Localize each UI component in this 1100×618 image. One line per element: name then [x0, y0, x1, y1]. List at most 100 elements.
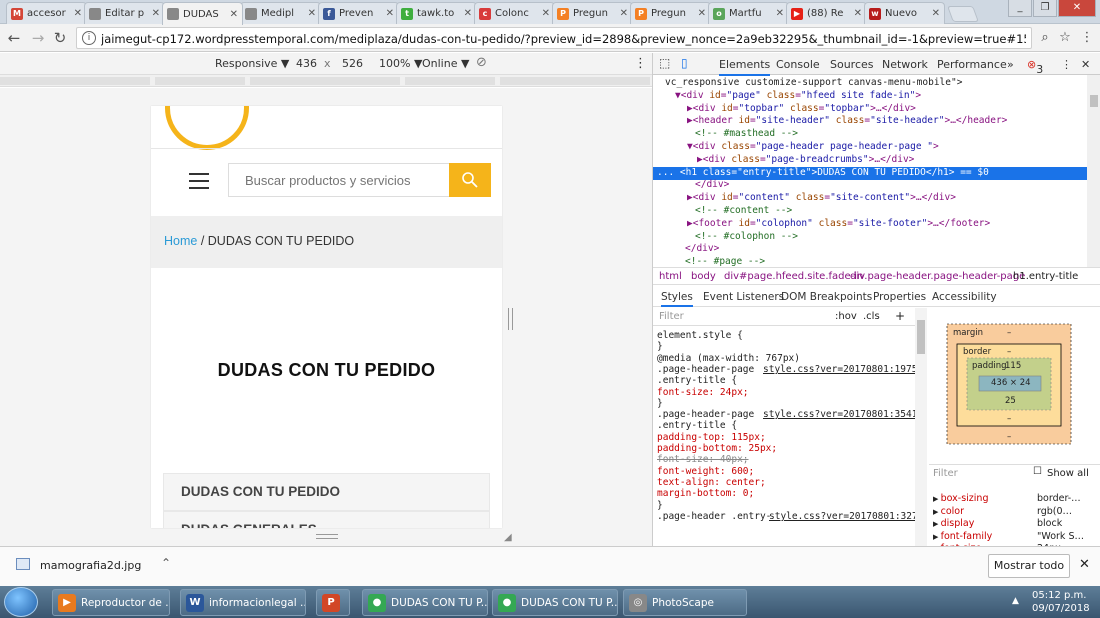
taskbar-app-3[interactable]: P [316, 589, 350, 616]
dom-node[interactable]: ▶<footer id="colophon" class="site-foote… [653, 218, 1087, 231]
dom-node-selected[interactable]: ... <h1 class="entry-title">DUDAS CON TU… [653, 166, 1087, 180]
browser-tab-12[interactable]: w Nuevo ✕ [864, 2, 945, 24]
device-menu-icon[interactable]: ⋮ [634, 56, 647, 71]
dom-node[interactable]: ▼<div id="page" class="hfeed site fade-i… [653, 90, 1087, 103]
rotate-icon[interactable]: ⊘ [476, 55, 487, 70]
computed-filter-input[interactable]: Filter [933, 468, 958, 479]
height-input[interactable]: 526 [342, 57, 363, 70]
taskbar-app-5[interactable]: ● DUDAS CON TU P... [492, 589, 618, 616]
css-declaration[interactable]: padding-bottom: 25px; [657, 443, 777, 454]
expand-triangle-icon[interactable]: ▶ [933, 495, 941, 503]
dom-crumb-body[interactable]: body [691, 271, 716, 282]
tab-close-icon[interactable]: ✕ [308, 8, 316, 19]
download-filename[interactable]: mamografia2d.jpg [40, 559, 141, 572]
padding-top-value[interactable]: 115 [1005, 361, 1021, 371]
dom-crumb-page[interactable]: div#page.hfeed.site.fade-in [724, 271, 863, 282]
tab-performance[interactable]: Performance [937, 58, 1007, 71]
browser-tab-6[interactable]: t tawk.to ✕ [396, 2, 477, 24]
expand-triangle-icon[interactable]: ▶ [933, 533, 941, 541]
address-bar[interactable]: i jaimegut-cp172.wordpresstemporal.com/m… [76, 27, 1032, 49]
width-input[interactable]: 436 [296, 57, 317, 70]
dom-node[interactable]: <!-- #page --> [653, 256, 1087, 267]
tab-event-listeners[interactable]: Event Listeners [703, 291, 784, 303]
tab-close-icon[interactable]: ✕ [152, 8, 160, 19]
browser-tab-2[interactable]: Editar p ✕ [84, 2, 165, 24]
styles-filter-input[interactable]: Filter [659, 311, 684, 322]
stylesheet-link[interactable]: style.css?ver=20170801:3541 [763, 409, 917, 420]
css-declaration[interactable]: padding-top: 115px; [657, 432, 766, 443]
dom-scrollbar[interactable] [1087, 75, 1100, 267]
start-button[interactable] [4, 587, 38, 617]
chevron-up-icon[interactable]: ⌃ [161, 556, 171, 570]
browser-tab-5[interactable]: f Preven ✕ [318, 2, 399, 24]
close-devtools-icon[interactable]: ✕ [1081, 58, 1090, 71]
dom-node[interactable]: ▶<div id="topbar" class="topbar">…</div> [653, 103, 1087, 116]
url-text[interactable]: jaimegut-cp172.wordpresstemporal.com/med… [101, 32, 1026, 46]
dom-crumb-page-header[interactable]: div.page-header.page-header-page [850, 271, 1025, 282]
clock-time[interactable]: 05:12 p.m. [1032, 590, 1086, 601]
browser-tab-9[interactable]: P Pregun ✕ [630, 2, 711, 24]
tab-styles[interactable]: Styles [661, 291, 693, 307]
expand-triangle-icon[interactable]: ▶ [933, 520, 941, 528]
tray-up-icon[interactable]: ▲ [1012, 596, 1019, 606]
border-value[interactable]: – [1007, 347, 1011, 357]
taskbar-app-2[interactable]: Winformacionlegal ... [180, 589, 306, 616]
padding-bottom-value[interactable]: 25 [1005, 396, 1016, 406]
expand-triangle-icon[interactable]: ▶ [933, 508, 941, 516]
tab-console[interactable]: Console [776, 58, 820, 71]
search-button[interactable] [449, 163, 491, 197]
css-declaration[interactable]: text-align: center; [657, 477, 766, 488]
forward-arrow-icon[interactable]: → [28, 28, 48, 48]
tab-accessibility[interactable]: Accessibility [932, 291, 997, 303]
bookmark-star-icon[interactable]: ☆ [1056, 29, 1074, 47]
network-select[interactable]: Online ▼ [422, 57, 469, 70]
tab-close-icon[interactable]: ✕ [230, 9, 238, 20]
hamburger-menu-icon[interactable] [189, 173, 209, 189]
dom-node[interactable]: </div> [653, 179, 1087, 192]
content-size-value[interactable]: 436 × 24 [991, 378, 1031, 388]
dom-crumb-html[interactable]: html [659, 271, 682, 282]
resize-handle-right[interactable] [508, 308, 513, 330]
dom-node[interactable]: ▶<div class="page-breadcrumbs">…</div> [653, 154, 1087, 167]
devtools-menu-icon[interactable]: ⋮ [1061, 58, 1072, 71]
css-declaration[interactable]: font-size: 40px; [657, 454, 749, 465]
tab-close-icon[interactable]: ✕ [464, 8, 472, 19]
cls-toggle[interactable]: .cls [863, 311, 880, 322]
info-icon[interactable]: i [82, 31, 96, 45]
tab-elements[interactable]: Elements [719, 58, 771, 76]
tab-close-icon[interactable]: ✕ [854, 8, 862, 19]
new-tab-button[interactable] [947, 6, 979, 22]
device-toggle-icon[interactable]: ▯ [681, 56, 688, 70]
tab-sources[interactable]: Sources [830, 58, 874, 71]
close-download-bar-icon[interactable]: ✕ [1079, 557, 1090, 572]
resize-corner-icon[interactable]: ◢ [504, 532, 512, 543]
tab-properties[interactable]: Properties [873, 291, 926, 303]
computed-row[interactable]: ▶ color rgb(0… [933, 506, 1100, 517]
taskbar-app-1[interactable]: ▶ Reproductor de ... [52, 589, 170, 616]
product-search-field[interactable] [228, 163, 450, 197]
minimize-button[interactable]: _ [1008, 0, 1032, 17]
zoom-select[interactable]: 100% ▼ [379, 57, 422, 70]
browser-tab-7[interactable]: c Colonc ✕ [474, 2, 555, 24]
back-arrow-icon[interactable]: ← [4, 28, 24, 48]
margin-bottom-value[interactable]: – [1007, 432, 1011, 442]
browser-tab-10[interactable]: o Martfu ✕ [708, 2, 789, 24]
show-all-checkbox[interactable]: ☐ [1033, 466, 1042, 477]
browser-tab-3[interactable]: DUDAS ✕ [162, 2, 243, 25]
tab-close-icon[interactable]: ✕ [776, 8, 784, 19]
media-query-ruler[interactable] [0, 75, 652, 87]
site-logo[interactable]: ediplaza [165, 106, 249, 150]
faq-item-generales[interactable]: DUDAS GENERALES [163, 511, 490, 528]
taskbar-app-6[interactable]: ◎ PhotoScape [623, 589, 747, 616]
browser-tab-1[interactable]: Maccesor ✕ [6, 2, 87, 24]
computed-row[interactable]: ▶ box-sizing border-… [933, 493, 1100, 504]
dom-node[interactable]: <!-- #content --> [653, 205, 1087, 218]
taskbar-app-4[interactable]: ● DUDAS CON TU P... [362, 589, 488, 616]
show-all-downloads-button[interactable]: Mostrar todo [988, 554, 1070, 578]
tab-close-icon[interactable]: ✕ [698, 8, 706, 19]
css-declaration[interactable]: margin-bottom: 0; [657, 488, 754, 499]
inspect-element-icon[interactable]: ⬚ [659, 56, 670, 70]
dom-node[interactable]: ▶<header id="site-header" class="site-he… [653, 115, 1087, 128]
tab-close-icon[interactable]: ✕ [932, 8, 940, 19]
breadcrumb-home-link[interactable]: Home [164, 234, 197, 248]
